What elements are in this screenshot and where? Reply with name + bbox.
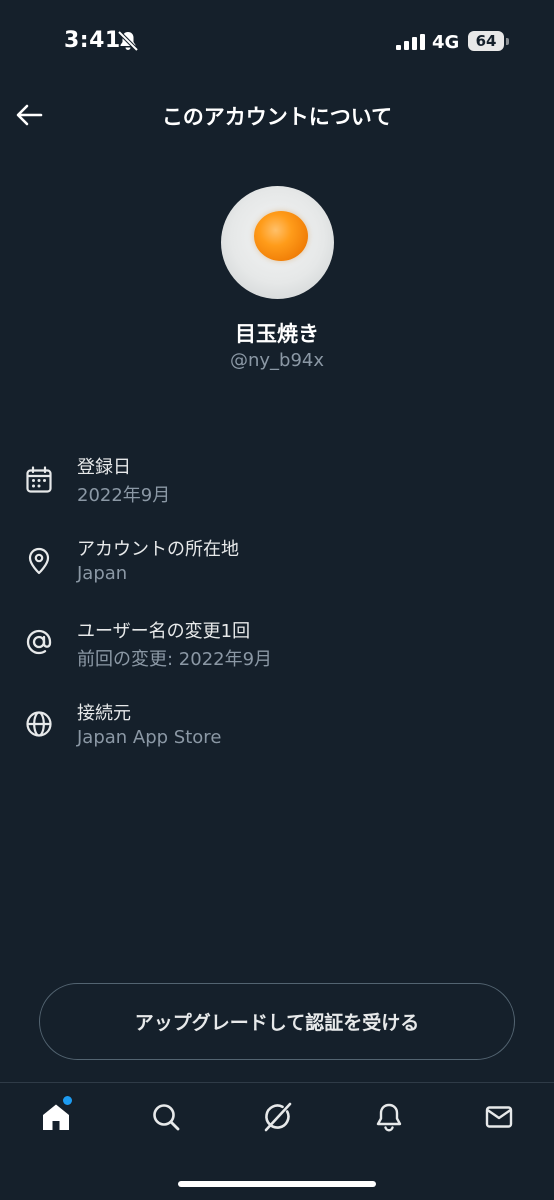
mail-icon (485, 1106, 513, 1128)
location-pin-icon (28, 547, 50, 575)
avatar-egg-yolk (254, 211, 308, 261)
bottom-nav-divider (0, 1082, 554, 1083)
info-username-value: 前回の変更: 2022年9月 (77, 649, 273, 670)
home-icon (43, 1104, 69, 1130)
nav-grok[interactable] (259, 1099, 295, 1135)
notification-dot (63, 1096, 72, 1105)
signal-icon (396, 34, 425, 50)
battery-cap (506, 38, 509, 45)
info-location-value: Japan (77, 563, 128, 584)
globe-icon (26, 711, 52, 737)
info-joined-title: 登録日 (77, 457, 131, 478)
user-handle: @ny_b94x (229, 350, 325, 371)
bell-muted-icon (117, 30, 139, 52)
battery-indicator: 64 (468, 31, 509, 51)
status-time: 3:41 (64, 28, 121, 53)
info-connected-value: Japan App Store (77, 727, 222, 748)
home-indicator[interactable] (178, 1181, 376, 1187)
nav-messages[interactable] (481, 1099, 517, 1135)
at-sign-icon (26, 629, 52, 655)
grok-icon (264, 1102, 292, 1132)
search-icon (153, 1104, 180, 1131)
info-connected-via: 接続元 Japan App Store (0, 699, 554, 769)
info-joined-value: 2022年9月 (77, 485, 171, 506)
info-location-title: アカウントの所在地 (77, 539, 239, 560)
upgrade-verify-button[interactable]: アップグレードして認証を受ける (39, 983, 515, 1060)
network-type: 4G (432, 32, 460, 53)
display-name: 目玉焼き (235, 322, 319, 346)
nav-search[interactable] (148, 1099, 184, 1135)
bell-icon (376, 1103, 402, 1132)
battery-level: 64 (475, 32, 497, 50)
page-title: このアカウントについて (161, 105, 393, 129)
about-account-screen: 3:41 4G 64 このアカウントについて 目玉焼き @ny_b94x 登録日… (0, 0, 554, 1200)
status-bar: 3:41 4G 64 (0, 0, 554, 86)
info-location: アカウントの所在地 Japan (0, 535, 554, 605)
info-joined: 登録日 2022年9月 (0, 453, 554, 523)
info-connected-title: 接続元 (77, 703, 131, 724)
info-username-changes: ユーザー名の変更1回 前回の変更: 2022年9月 (0, 617, 554, 687)
avatar[interactable] (221, 186, 334, 299)
nav-notifications[interactable] (371, 1099, 407, 1135)
info-username-title: ユーザー名の変更1回 (77, 621, 251, 642)
calendar-icon (26, 466, 52, 493)
